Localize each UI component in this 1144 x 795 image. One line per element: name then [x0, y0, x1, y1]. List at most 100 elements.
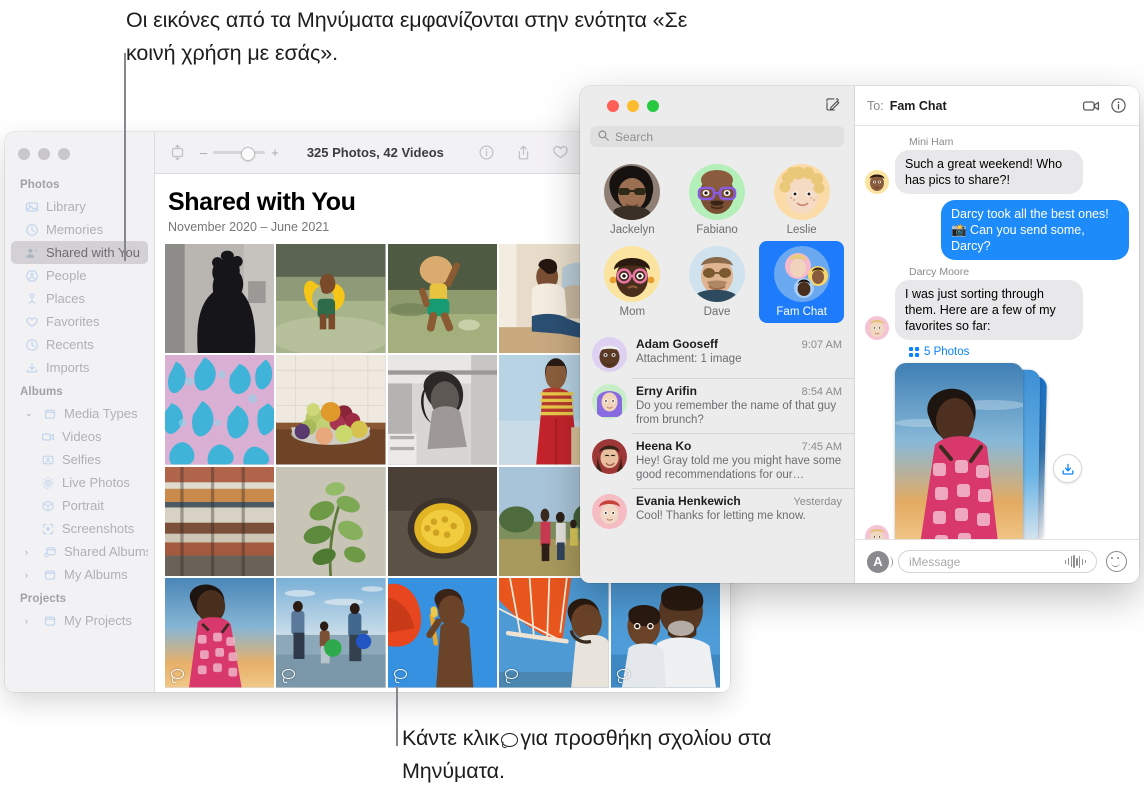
sidebar-item-selfies[interactable]: Selfies	[11, 448, 148, 471]
contact-jackelyn[interactable]: Jackelyn	[590, 159, 675, 241]
sidebar-item-label: Recents	[46, 337, 94, 352]
sidebar-item-live-photos[interactable]: Live Photos	[11, 471, 148, 494]
comment-bubble-icon[interactable]	[393, 668, 409, 682]
zoom-slider-knob[interactable]	[241, 146, 256, 161]
avatar	[688, 246, 745, 302]
appstore-icon[interactable]: A	[867, 550, 893, 573]
maximize-button[interactable]	[647, 99, 659, 112]
conversation-header: Evania Henkewich Yesterday	[636, 494, 842, 508]
chevron-right-icon[interactable]: ›	[25, 570, 36, 580]
photo-child-jumping-water[interactable]	[387, 244, 498, 354]
audio-waveform-icon[interactable]	[1064, 555, 1086, 568]
chevron-down-icon[interactable]: ⌄	[25, 408, 36, 419]
photos-window-controls[interactable]	[5, 139, 154, 172]
folder-icon	[43, 614, 57, 628]
comment-bubble-icon[interactable]	[282, 668, 297, 682]
minimize-button[interactable]	[627, 99, 639, 112]
sidebar-item-library[interactable]: Library	[11, 195, 148, 218]
comment-bubble-icon	[501, 733, 519, 747]
photo-green-leaves[interactable]	[276, 466, 386, 577]
sidebar-item-media-types[interactable]: ⌄ Media Types	[11, 402, 148, 425]
conversation-preview: Attachment: 1 image	[636, 353, 742, 365]
heart-icon[interactable]	[552, 144, 569, 161]
imessage-input[interactable]: iMessage	[898, 550, 1097, 573]
message-bubble[interactable]: Darcy took all the best ones! 📸 Can you …	[941, 200, 1133, 260]
conversation-item[interactable]: Heena Ko 7:45 AM Hey! Gray told me you m…	[580, 433, 854, 488]
thread-recipient[interactable]: Fam Chat	[890, 99, 947, 113]
sidebar-item-portrait[interactable]: Portrait	[11, 494, 148, 517]
share-icon[interactable]	[515, 144, 532, 161]
photo-fruit-bowl[interactable]	[276, 355, 386, 465]
message-bubble[interactable]: I was just sorting through them. Here ar…	[891, 280, 1083, 340]
sidebar-item-my-projects[interactable]: › My Projects	[11, 609, 148, 632]
comment-bubble-icon[interactable]	[171, 668, 186, 682]
sidebar-item-my-albums[interactable]: › My Albums	[11, 563, 148, 586]
comment-bubble-icon[interactable]	[505, 668, 520, 682]
contact-leslie[interactable]: Leslie	[759, 159, 844, 241]
download-icon[interactable]	[1053, 454, 1082, 483]
sidebar-item-favorites[interactable]: Favorites	[11, 310, 148, 333]
stacked-photo-front[interactable]	[895, 363, 1023, 539]
compose-icon[interactable]	[825, 97, 840, 117]
sidebar-item-shared-with-you[interactable]: Shared with You	[11, 241, 148, 264]
sidebar-item-label: Library	[46, 199, 86, 214]
comment-bubble-icon[interactable]	[616, 668, 632, 682]
attachment-badge-label: 5 Photos	[924, 346, 970, 358]
callout-bottom-part1: Κάντε κλικ	[402, 726, 500, 750]
thread-header: To: Fam Chat	[855, 86, 1139, 126]
zoom-out-label[interactable]: –	[200, 145, 207, 160]
shared-folder-icon	[43, 545, 57, 559]
conversation-item[interactable]: Adam Gooseff 9:07 AM Attachment: 1 image	[580, 331, 854, 378]
photo-colorful-stripes[interactable]	[165, 466, 275, 577]
info-icon[interactable]	[478, 144, 495, 161]
photo-yellow-bowl[interactable]	[387, 466, 498, 577]
photo-boy-orange-umbrella[interactable]	[387, 578, 498, 688]
sidebar-item-places[interactable]: Places	[11, 287, 148, 310]
sidebar-item-recents[interactable]: Recents	[11, 333, 148, 356]
chevron-right-icon[interactable]: ›	[25, 547, 36, 557]
emoji-icon[interactable]	[1106, 551, 1127, 572]
message-thread: To: Fam Chat Mini Ham Such a great weeke…	[855, 86, 1139, 583]
zoom-in-label[interactable]: +	[271, 145, 279, 160]
photo-silhouette-bw[interactable]	[165, 244, 275, 354]
sidebar-item-shared-albums[interactable]: › Shared Albums	[11, 540, 148, 563]
sidebar-item-imports[interactable]: Imports	[11, 356, 148, 379]
photo-family-beach[interactable]	[276, 578, 386, 688]
imessage-placeholder: iMessage	[909, 554, 961, 569]
sidebar-item-label: Favorites	[46, 314, 100, 329]
zoom-slider-track[interactable]	[213, 146, 266, 161]
chevron-right-icon[interactable]: ›	[25, 616, 36, 626]
video-call-icon[interactable]	[1082, 97, 1100, 115]
message-bubble[interactable]: Such a great weekend! Who has pics to sh…	[891, 150, 1083, 194]
close-button[interactable]	[607, 99, 619, 112]
sidebar-item-screenshots[interactable]: Screenshots	[11, 517, 148, 540]
close-button[interactable]	[18, 148, 30, 160]
contact-dave[interactable]: Dave	[675, 241, 760, 323]
sidebar-item-memories[interactable]: Memories	[11, 218, 148, 241]
contact-mom[interactable]: Mom	[590, 241, 675, 323]
info-icon[interactable]	[1110, 97, 1127, 114]
photo-blue-pink-fabric[interactable]	[165, 355, 275, 465]
conversation-item[interactable]: Erny Arifin 8:54 AM Do you remember the …	[580, 378, 854, 433]
maximize-button[interactable]	[58, 148, 70, 160]
photo-woman-sunset-pink[interactable]	[165, 578, 275, 688]
crop-icon[interactable]	[169, 144, 186, 161]
sidebar-item-people[interactable]: People	[11, 264, 148, 287]
contact-name: Fam Chat	[776, 306, 827, 318]
search-input[interactable]: Search	[590, 126, 844, 147]
zoom-slider[interactable]: – +	[200, 145, 279, 161]
contact-fabiano[interactable]: Fabiano	[675, 159, 760, 241]
photo-father-and-son[interactable]	[610, 578, 720, 688]
conversation-time: 9:07 AM	[801, 339, 842, 351]
sidebar-item-label: Places	[46, 291, 86, 306]
conversation-item[interactable]: Evania Henkewich Yesterday Cool! Thanks …	[580, 488, 854, 535]
minimize-button[interactable]	[38, 148, 50, 160]
contact-fam-chat[interactable]: Fam Chat	[759, 241, 844, 323]
sidebar-section-projects-header: Projects	[20, 593, 67, 605]
photo-stack[interactable]	[895, 361, 1048, 539]
photo-man-orange-kite[interactable]	[499, 578, 609, 688]
attachment-badge[interactable]: 5 Photos	[909, 346, 1129, 358]
photo-woman-portrait-bw[interactable]	[387, 355, 498, 465]
photo-boy-yellow-float[interactable]	[276, 244, 386, 354]
sidebar-item-videos[interactable]: Videos	[11, 425, 148, 448]
